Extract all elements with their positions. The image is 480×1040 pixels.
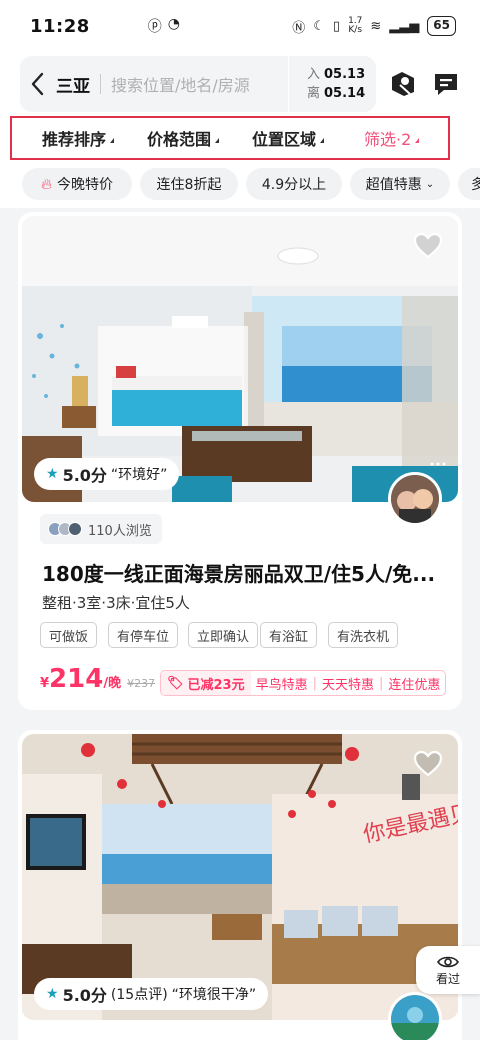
listing-photo[interactable]: ★ 5.0分 “环境好” bbox=[22, 216, 458, 502]
flame-icon: 🔥︎ bbox=[40, 175, 52, 193]
amenity-tag: 可做饭 bbox=[40, 622, 98, 648]
map-pin-icon bbox=[392, 72, 414, 96]
map-button[interactable] bbox=[388, 68, 418, 98]
app-notification-icon: ⓟ bbox=[147, 19, 162, 35]
dropdown-triangle-icon bbox=[415, 138, 420, 143]
battery-indicator: 65 bbox=[427, 16, 456, 36]
message-button[interactable] bbox=[432, 70, 460, 98]
status-bar: 11:28 ⓟ ◔ Ⓝ ☾ ▯ 1.7 K/s ≋ ▂▃▅ 65 bbox=[0, 0, 480, 52]
vibrate-icon: ▯ bbox=[332, 18, 341, 34]
back-button[interactable] bbox=[20, 56, 54, 112]
listing-photo[interactable]: 你是最遇见 ★ 5.0分 (15点评) “环境很干净” bbox=[22, 734, 458, 1020]
listing-card[interactable]: ★ 5.0分 “环境好” 110人浏览 180度一线正面海景房丽品双卫/住5人/… bbox=[18, 212, 462, 710]
wifi-icon: ≋ bbox=[370, 18, 382, 34]
quick-tag[interactable]: 4.9分以上 bbox=[246, 168, 342, 200]
clock: 11:28 bbox=[30, 15, 90, 37]
rating-badge: ★ 5.0分 (15点评) “环境很干净” bbox=[34, 978, 269, 1010]
star-icon: ★ bbox=[46, 986, 59, 1002]
amenity-tag: 有停车位 bbox=[108, 622, 179, 648]
dropdown-triangle-icon bbox=[110, 138, 115, 143]
rating-badge: ★ 5.0分 “环境好” bbox=[34, 458, 180, 490]
amenity-tag: 有洗衣机 bbox=[328, 622, 399, 648]
search-input[interactable]: 搜索位置/地名/房源 bbox=[111, 72, 288, 96]
nfc-icon: Ⓝ bbox=[292, 20, 306, 36]
checkin-date: 05.13 bbox=[324, 67, 366, 82]
location-filter[interactable]: 位置区域 bbox=[252, 126, 325, 150]
divider bbox=[100, 74, 101, 94]
back-arrow-icon bbox=[31, 72, 44, 96]
filter-bar: 推荐排序 价格范围 位置区域 筛选·2 bbox=[0, 114, 480, 164]
network-speed: 1.7 K/s bbox=[348, 16, 363, 35]
city-selector[interactable]: 三亚 bbox=[56, 72, 90, 97]
amenity-tag: 立即确认 bbox=[188, 622, 259, 648]
search-bar: 三亚 搜索位置/地名/房源 入 05.13 离 05.14 bbox=[20, 56, 376, 112]
chevron-down-icon: ⌄ bbox=[425, 178, 435, 190]
quick-tag[interactable]: 🔥︎ 今晚特价 bbox=[22, 168, 132, 200]
dropdown-triangle-icon bbox=[215, 138, 220, 143]
dropdown-triangle-icon bbox=[320, 138, 325, 143]
listing-card[interactable]: 你是最遇见 ★ 5.0分 (15点评) “环境很干净” bbox=[18, 730, 462, 1040]
sort-filter[interactable]: 推荐排序 bbox=[42, 126, 115, 150]
checkout-date: 05.14 bbox=[324, 86, 366, 101]
favorite-heart-icon[interactable] bbox=[412, 748, 444, 780]
message-icon bbox=[435, 74, 457, 95]
eye-icon bbox=[437, 956, 459, 967]
listing-title[interactable]: 180度一线正面海景房丽品双卫/住5人/免... bbox=[42, 558, 442, 587]
moon-icon: ☾ bbox=[313, 18, 325, 34]
host-avatar[interactable] bbox=[388, 472, 442, 526]
host-photo bbox=[391, 475, 439, 523]
listing-subtitle: 整租·3室·3床·宜住5人 bbox=[42, 594, 190, 612]
star-icon: ★ bbox=[46, 466, 59, 482]
original-price: ¥237 bbox=[127, 677, 156, 690]
quick-tags-row: 🔥︎ 今晚特价 连住8折起 4.9分以上 超值特惠 ⌄ 多 bbox=[0, 164, 480, 208]
price-filter[interactable]: 价格范围 bbox=[147, 126, 220, 150]
price: ¥ 214 /晚 ¥237 bbox=[40, 664, 156, 694]
favorite-heart-icon[interactable] bbox=[412, 230, 444, 262]
viewer-avatars bbox=[48, 522, 82, 536]
promo-tags: 🏷︎ 已减23元 早鸟特惠 | 天天特惠 | 连住优惠 bbox=[160, 670, 447, 696]
seen-history-button[interactable]: 看过 bbox=[416, 946, 480, 994]
quick-tag[interactable]: 超值特惠 ⌄ bbox=[350, 168, 450, 200]
host-photo bbox=[391, 995, 439, 1040]
discount-tag-icon: 🏷︎ bbox=[167, 675, 184, 691]
more-filter[interactable]: 筛选·2 bbox=[364, 126, 420, 150]
quick-tag[interactable]: 连住8折起 bbox=[140, 168, 238, 200]
speedometer-icon: ◔ bbox=[167, 16, 181, 32]
signal-icon: ▂▃▅ bbox=[389, 18, 420, 34]
quick-tag[interactable]: 多 bbox=[458, 168, 480, 200]
search-header: 三亚 搜索位置/地名/房源 入 05.13 离 05.14 bbox=[0, 52, 480, 114]
view-count: 110人浏览 bbox=[40, 514, 162, 544]
date-selector[interactable]: 入 05.13 离 05.14 bbox=[288, 56, 376, 112]
amenity-tag: 有浴缸 bbox=[260, 622, 318, 648]
host-avatar[interactable] bbox=[388, 992, 442, 1040]
